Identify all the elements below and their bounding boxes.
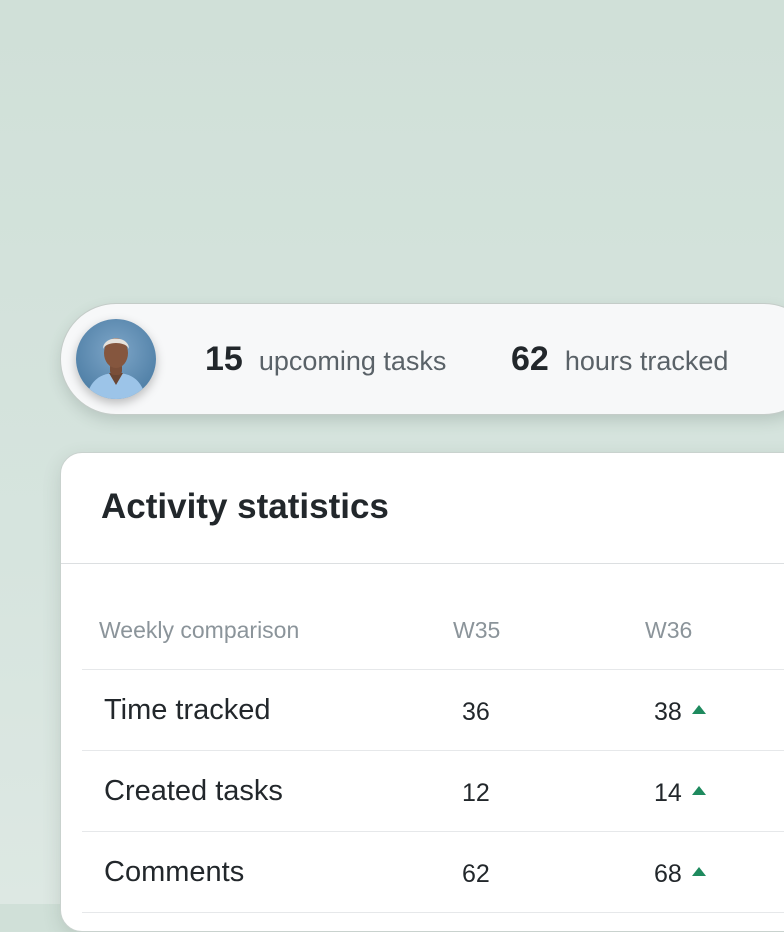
upcoming-tasks-stat: 15 upcoming tasks — [205, 340, 446, 379]
summary-bar: 15 upcoming tasks 62 hours tracked — [60, 303, 784, 415]
w36-value: 14 — [654, 779, 682, 807]
trend-up-icon — [691, 705, 706, 714]
avatar-photo-icon — [76, 319, 156, 399]
trend-up-icon — [691, 867, 706, 876]
upcoming-tasks-label: upcoming tasks — [258, 346, 447, 376]
w35-value: 36 — [462, 698, 490, 726]
hours-tracked-stat: 62 hours tracked — [511, 340, 728, 379]
trend-up-icon — [691, 786, 706, 795]
divider — [61, 563, 784, 564]
table-row-comments: Comments 62 68 — [82, 832, 784, 913]
column-header-w36: W36 — [645, 617, 693, 643]
upcoming-tasks-count: 15 — [205, 340, 243, 378]
w35-value: 12 — [462, 779, 490, 807]
table-row-time-tracked: Time tracked 36 38 — [82, 670, 784, 751]
w35-value: 62 — [462, 860, 490, 888]
card-title: Activity statistics — [101, 487, 389, 526]
column-header-comparison: Weekly comparison — [99, 617, 300, 643]
w36-cell: 38 — [654, 698, 706, 727]
w36-cell: 68 — [654, 860, 706, 889]
hours-tracked-count: 62 — [511, 340, 549, 378]
row-label: Created tasks — [104, 775, 283, 807]
w36-value: 68 — [654, 860, 682, 888]
hours-tracked-label: hours tracked — [564, 346, 729, 376]
table-header: Weekly comparison W35 W36 — [82, 565, 784, 670]
w36-value: 38 — [654, 698, 682, 726]
column-header-w35: W35 — [453, 617, 501, 643]
row-label: Time tracked — [104, 694, 271, 726]
avatar[interactable] — [76, 319, 156, 399]
row-label: Comments — [104, 856, 245, 888]
weekly-comparison-table: Weekly comparison W35 W36 Time tracked 3… — [82, 565, 784, 913]
table-row-created-tasks: Created tasks 12 14 — [82, 751, 784, 832]
w36-cell: 14 — [654, 779, 706, 808]
activity-statistics-card: Activity statistics Weekly comparison W3… — [60, 452, 784, 932]
